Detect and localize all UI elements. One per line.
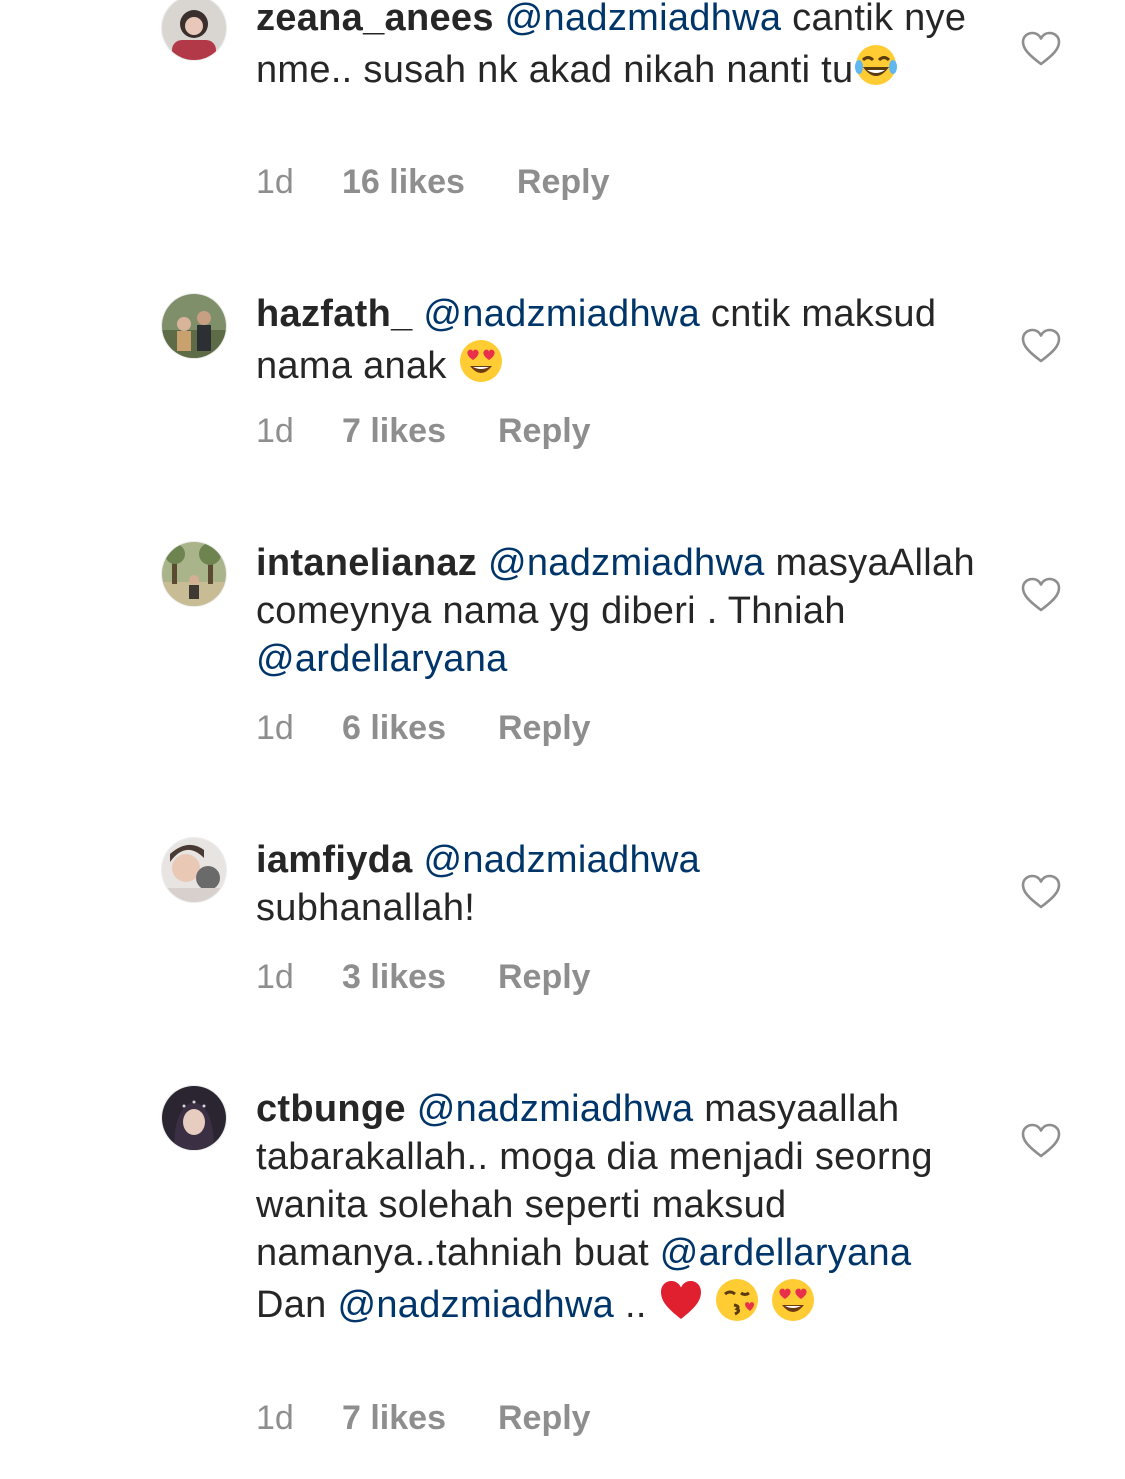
- mention-link[interactable]: @nadzmiadhwa: [423, 293, 700, 335]
- comment-time: 1d: [256, 1399, 294, 1437]
- comment-username[interactable]: hazfath_: [256, 293, 413, 335]
- heart-eyes-emoji: [458, 338, 504, 384]
- comment-meta: 1d 6 likes Reply: [256, 708, 591, 748]
- reply-button[interactable]: Reply: [498, 411, 591, 451]
- heart-icon[interactable]: [1021, 874, 1061, 910]
- avatar[interactable]: [162, 542, 226, 606]
- comment-username[interactable]: iamfiyda: [256, 839, 413, 881]
- likes-count[interactable]: 7 likes: [342, 411, 446, 451]
- likes-count[interactable]: 7 likes: [342, 1398, 446, 1438]
- comment-meta: 1d 16 likes Reply: [256, 162, 609, 202]
- laughing-tears-emoji: [853, 42, 899, 88]
- comment-text: iamfiyda @nadzmiadhwa subhanallah!: [256, 836, 986, 932]
- reply-button[interactable]: Reply: [498, 957, 591, 997]
- comment-time: 1d: [256, 163, 294, 201]
- comment-username[interactable]: intanelianaz: [256, 542, 477, 584]
- red-heart-emoji: [658, 1277, 704, 1323]
- comment-body: ..: [614, 1284, 658, 1326]
- mention-link[interactable]: @nadzmiadhwa: [488, 542, 765, 584]
- comment-text: zeana_anees @nadzmiadhwa cantik nye nme.…: [256, 0, 986, 94]
- likes-count[interactable]: 6 likes: [342, 708, 446, 748]
- heart-icon[interactable]: [1021, 328, 1061, 364]
- comment-time: 1d: [256, 958, 294, 996]
- comment-username[interactable]: zeana_anees: [256, 0, 494, 39]
- reply-button[interactable]: Reply: [498, 708, 591, 748]
- avatar[interactable]: [162, 0, 226, 60]
- comment-username[interactable]: ctbunge: [256, 1088, 406, 1130]
- avatar[interactable]: [162, 1086, 226, 1150]
- mention-link[interactable]: @ardellaryana: [256, 638, 508, 680]
- comment-text: intanelianaz @nadzmiadhwa masyaAllah com…: [256, 539, 986, 683]
- mention-link[interactable]: @nadzmiadhwa: [337, 1284, 614, 1326]
- mention-link[interactable]: @nadzmiadhwa: [423, 839, 700, 881]
- comment-text: hazfath_ @nadzmiadhwa cntik maksud nama …: [256, 290, 986, 390]
- mention-link[interactable]: @nadzmiadhwa: [417, 1088, 694, 1130]
- mention-link[interactable]: @ardellaryana: [660, 1232, 912, 1274]
- mention-link[interactable]: @nadzmiadhwa: [505, 0, 782, 39]
- comment-meta: 1d 3 likes Reply: [256, 957, 591, 997]
- comment-meta: 1d 7 likes Reply: [256, 411, 591, 451]
- comment-body: Dan: [256, 1284, 338, 1326]
- comment-body: subhanallah!: [256, 887, 476, 929]
- comment-meta: 1d 7 likes Reply: [256, 1398, 591, 1438]
- comment-time: 1d: [256, 709, 294, 747]
- heart-eyes-emoji: [770, 1277, 816, 1323]
- likes-count[interactable]: 16 likes: [342, 162, 465, 202]
- heart-icon[interactable]: [1021, 577, 1061, 613]
- heart-icon[interactable]: [1021, 1123, 1061, 1159]
- comment-time: 1d: [256, 412, 294, 450]
- kissing-face-emoji: [714, 1277, 760, 1323]
- avatar[interactable]: [162, 294, 226, 358]
- comment-text: ctbunge @nadzmiadhwa masyaallah tabaraka…: [256, 1085, 986, 1329]
- avatar[interactable]: [162, 838, 226, 902]
- reply-button[interactable]: Reply: [517, 162, 610, 202]
- reply-button[interactable]: Reply: [498, 1398, 591, 1438]
- likes-count[interactable]: 3 likes: [342, 957, 446, 997]
- heart-icon[interactable]: [1021, 31, 1061, 67]
